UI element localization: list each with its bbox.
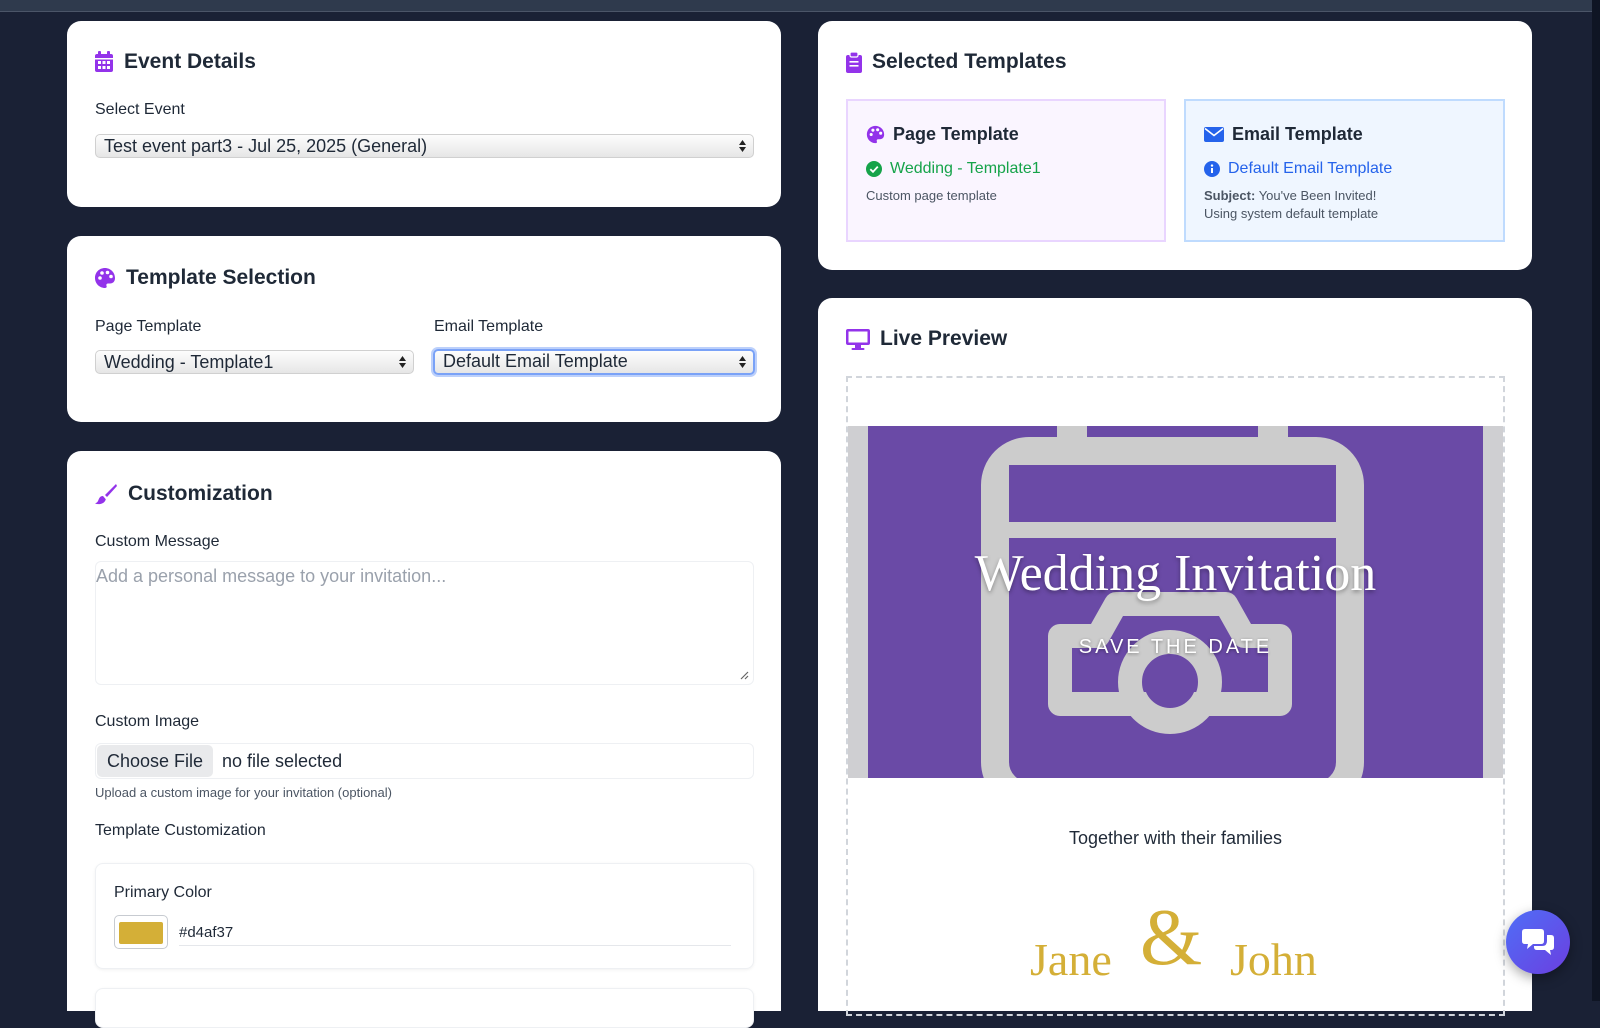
choose-file-button[interactable]: Choose File <box>97 745 214 777</box>
select-arrows-icon <box>739 356 746 368</box>
primary-color-panel: Primary Color #d4af37 <box>95 863 754 969</box>
selected-templates-title: Selected Templates <box>872 50 1067 73</box>
preview-name-2: John <box>1230 934 1317 985</box>
info-circle-icon <box>1204 161 1220 177</box>
selected-page-template-heading: Page Template <box>866 124 1019 145</box>
envelope-icon <box>1204 127 1224 142</box>
selected-templates-card: Selected Templates Page Template Wedding… <box>818 21 1532 270</box>
select-arrows-icon <box>739 140 746 152</box>
selected-email-template-name: Default Email Template <box>1228 160 1393 177</box>
primary-color-swatch-fill <box>119 922 163 944</box>
event-select-value: Test event part3 - Jul 25, 2025 (General… <box>104 136 428 156</box>
template-selection-title: Template Selection <box>126 266 316 289</box>
selected-page-template-name: Wedding - Template1 <box>890 160 1041 177</box>
selected-email-template-heading: Email Template <box>1204 124 1363 145</box>
preview-hero: Wedding Invitation SAVE THE DATE <box>848 426 1503 778</box>
paint-brush-icon <box>95 484 117 505</box>
selected-templates-heading: Selected Templates <box>846 50 1067 74</box>
template-selection-card: Template Selection Page Template Wedding… <box>67 236 781 422</box>
selected-email-template-subject-row: Subject: You've Been Invited! <box>1204 188 1376 203</box>
clipboard-icon <box>846 51 862 73</box>
preview-families-text: Together with their families <box>1068 828 1283 848</box>
monitor-icon <box>846 328 870 350</box>
selected-email-template-note: Using system default template <box>1204 206 1379 221</box>
preview-name-1: Jane <box>1030 934 1112 985</box>
page-template-select[interactable]: Wedding - Template1 <box>95 350 414 374</box>
customization-heading: Customization <box>94 482 273 506</box>
template-selection-heading: Template Selection <box>94 266 316 290</box>
event-details-card: Event Details Select Event Test event pa… <box>67 21 781 207</box>
check-circle-icon <box>866 161 882 177</box>
select-arrows-icon <box>399 356 406 368</box>
file-status: no file selected <box>222 751 343 771</box>
primary-color-swatch[interactable] <box>114 915 168 949</box>
page-template-label: Page Template <box>95 318 202 335</box>
page-template-select-value: Wedding - Template1 <box>104 352 274 372</box>
custom-message-label: Custom Message <box>95 533 220 550</box>
chat-bubbles-icon <box>1522 929 1554 955</box>
primary-color-value[interactable]: #d4af37 <box>179 924 233 941</box>
template-customization-label: Template Customization <box>95 822 266 839</box>
resize-handle-icon[interactable] <box>739 670 749 680</box>
preview-ampersand: & <box>1140 894 1203 982</box>
select-event-label: Select Event <box>95 101 185 118</box>
preview-hero-subtitle: SAVE THE DATE <box>1078 636 1273 658</box>
selected-page-template-note: Custom page template <box>866 188 997 203</box>
preview-frame: Wedding Invitation SAVE THE DATE Togethe… <box>846 376 1505 1016</box>
custom-image-file-input[interactable]: Choose File no file selected <box>95 743 754 779</box>
live-preview-heading: Live Preview <box>846 327 1007 351</box>
preview-hero-title: Wedding Invitation <box>974 545 1377 602</box>
subject-label: Subject: <box>1204 188 1256 203</box>
selected-page-template-title: Page Template <box>893 124 1019 144</box>
calendar-icon <box>95 51 113 72</box>
selected-page-template-name-row: Wedding - Template1 <box>866 160 1041 178</box>
live-preview-title: Live Preview <box>880 327 1008 350</box>
custom-image-help: Upload a custom image for your invitatio… <box>95 785 392 800</box>
subject-value: You've Been Invited! <box>1258 188 1377 203</box>
email-template-select[interactable]: Default Email Template <box>433 349 755 375</box>
palette-icon <box>866 125 885 144</box>
customization-card: Customization Custom Message Add a perso… <box>67 451 781 1028</box>
custom-image-label: Custom Image <box>95 713 200 730</box>
primary-color-underline <box>179 945 731 946</box>
primary-color-label: Primary Color <box>114 884 212 901</box>
email-template-label: Email Template <box>434 318 544 335</box>
event-details-title: Event Details <box>124 50 256 73</box>
event-details-heading: Event Details <box>94 50 256 74</box>
window-edge <box>1592 0 1600 1001</box>
custom-message-placeholder: Add a personal message to your invitatio… <box>96 566 447 586</box>
customization-title: Customization <box>128 482 273 505</box>
palette-icon <box>95 268 115 288</box>
next-customization-panel <box>95 988 754 1028</box>
selected-page-template-box: Page Template Wedding - Template1 Custom… <box>846 99 1166 242</box>
email-template-select-value: Default Email Template <box>443 351 628 371</box>
selected-email-template-title: Email Template <box>1232 124 1363 144</box>
selected-email-template-name-row: Default Email Template <box>1204 160 1392 178</box>
selected-email-template-box: Email Template Default Email Template Su… <box>1184 99 1505 242</box>
live-preview-card: Live Preview Wedding Invitation SAVE THE <box>818 298 1532 1016</box>
custom-message-input[interactable]: Add a personal message to your invitatio… <box>95 561 754 685</box>
chat-button[interactable] <box>1506 910 1570 974</box>
event-select[interactable]: Test event part3 - Jul 25, 2025 (General… <box>95 134 754 158</box>
window-top-bar <box>0 0 1600 12</box>
